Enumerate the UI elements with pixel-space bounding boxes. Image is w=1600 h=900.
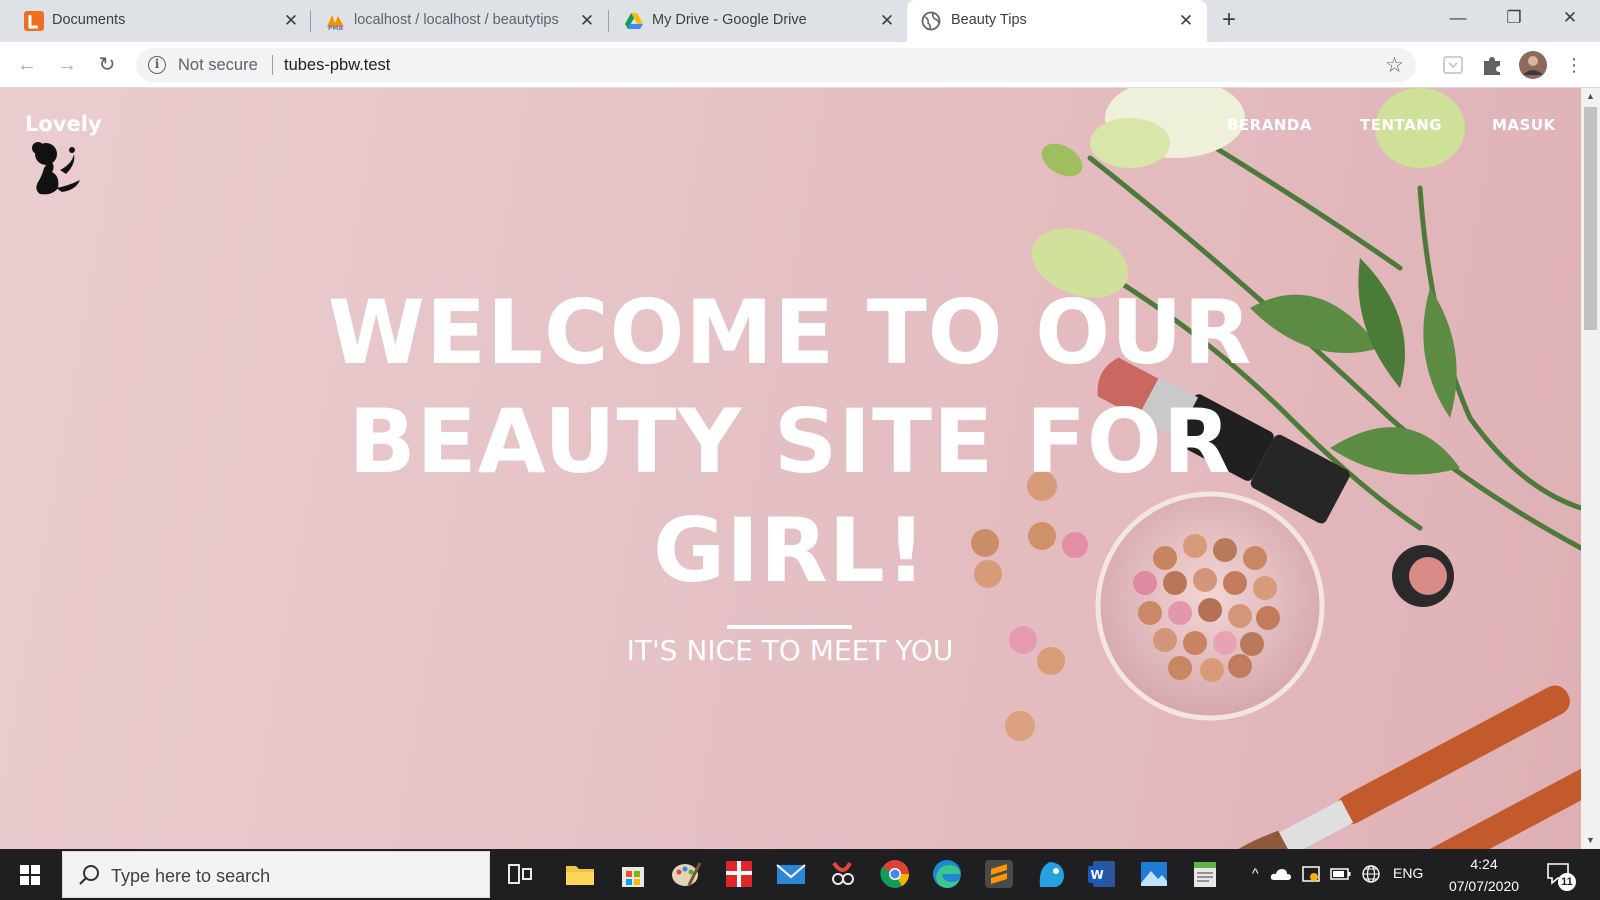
snip-sketch-icon[interactable] <box>826 857 860 891</box>
tab-localhost[interactable]: PMA localhost / localhost / beautytips ✕ <box>312 0 604 42</box>
restore-icon[interactable]: ❐ <box>1486 0 1542 36</box>
back-button[interactable]: ← <box>13 51 41 79</box>
browser-menu-icon[interactable]: ⋮ <box>1560 51 1588 79</box>
tab-beauty-tips[interactable]: Beauty Tips ✕ <box>907 0 1207 42</box>
paint-icon[interactable] <box>669 857 703 891</box>
security-tray-icon[interactable] <box>1301 864 1321 884</box>
edge-icon[interactable] <box>930 857 964 891</box>
info-icon[interactable]: i <box>148 56 166 74</box>
phpmyadmin-icon: PMA <box>327 15 344 31</box>
tab-separator <box>310 10 311 32</box>
browser-toolbar: ← → ↻ i Not secure tubes-pbw.test ☆ ⋮ <box>0 42 1600 88</box>
reload-button[interactable]: ↻ <box>93 51 121 79</box>
globe-icon <box>921 11 941 31</box>
extension-reader-icon[interactable] <box>1440 52 1466 78</box>
nav-tentang-link[interactable]: TENTANG <box>1360 116 1442 134</box>
tab-title: Documents <box>52 12 126 28</box>
address-bar[interactable]: i Not secure tubes-pbw.test ☆ <box>136 48 1416 82</box>
search-placeholder: Type here to search <box>111 866 271 886</box>
nav-masuk-link[interactable]: MASUK <box>1492 116 1556 134</box>
scroll-down-arrow-icon[interactable]: ▼ <box>1581 832 1600 849</box>
site-logo-text[interactable]: Lovely <box>25 112 102 136</box>
hero-subtitle: IT'S NICE TO MEET YOU <box>626 634 954 667</box>
taskbar-clock[interactable]: 4:24 07/07/2020 <box>1426 853 1542 897</box>
profile-avatar[interactable] <box>1518 50 1548 80</box>
show-hidden-icons-icon[interactable]: ^ <box>1252 865 1259 881</box>
tab-separator <box>608 10 609 32</box>
clock-time: 4:24 <box>1470 856 1498 872</box>
forward-button[interactable]: → <box>53 51 81 79</box>
scroll-up-arrow-icon[interactable]: ▲ <box>1581 88 1600 105</box>
battery-icon[interactable] <box>1330 867 1352 881</box>
windows-taskbar: Type here to search W ^ ENG 4:24 07/07/2… <box>0 849 1600 900</box>
close-tab-icon[interactable]: ✕ <box>576 10 598 32</box>
close-tab-icon[interactable]: ✕ <box>876 10 898 32</box>
nav-beranda-link[interactable]: BERANDA <box>1227 116 1312 134</box>
window-close-icon[interactable]: ✕ <box>1542 0 1598 36</box>
gift-app-icon[interactable] <box>722 857 756 891</box>
google-drive-icon <box>625 13 643 29</box>
network-globe-icon[interactable] <box>1361 864 1381 884</box>
tab-google-drive[interactable]: My Drive - Google Drive ✕ <box>610 0 906 42</box>
microsoft-store-icon[interactable] <box>616 857 650 891</box>
close-tab-icon[interactable]: ✕ <box>1175 10 1197 32</box>
hero-divider <box>727 625 852 629</box>
onedrive-icon[interactable] <box>1270 866 1292 882</box>
minimize-icon[interactable]: — <box>1430 0 1486 36</box>
photos-icon[interactable] <box>1137 857 1171 891</box>
tab-title: Beauty Tips <box>951 12 1027 28</box>
hero-line-3: GIRL! <box>653 499 927 602</box>
notification-center-button[interactable]: 11 <box>1546 861 1576 891</box>
tab-title: localhost / localhost / beautytips <box>354 12 559 28</box>
file-explorer-icon[interactable] <box>563 857 597 891</box>
notification-count-badge: 11 <box>1558 873 1576 891</box>
hero-heading: WELCOME TO OUR BEAUTY SITE FOR GIRL! <box>290 278 1290 605</box>
mail-icon[interactable] <box>774 857 808 891</box>
chrome-icon[interactable] <box>878 857 912 891</box>
svg-text:W: W <box>1091 868 1104 882</box>
task-view-icon[interactable] <box>503 857 537 891</box>
security-label[interactable]: Not secure <box>178 56 258 75</box>
tab-strip: Documents ✕ PMA localhost / localhost / … <box>0 0 1600 42</box>
word-icon[interactable]: W <box>1085 857 1119 891</box>
sublime-text-icon[interactable] <box>982 857 1016 891</box>
url-text[interactable]: tubes-pbw.test <box>284 56 390 75</box>
address-divider <box>272 55 273 75</box>
documents-icon <box>24 11 44 31</box>
windows-start-icon[interactable] <box>0 849 60 900</box>
tab-title: My Drive - Google Drive <box>652 12 807 28</box>
tab-documents[interactable]: Documents ✕ <box>10 0 306 42</box>
scrollbar-thumb[interactable] <box>1584 107 1597 330</box>
language-indicator[interactable]: ENG <box>1393 865 1423 881</box>
search-icon <box>79 865 99 885</box>
app-icon[interactable] <box>1034 857 1068 891</box>
svg-text:PMA: PMA <box>328 25 343 31</box>
clock-date: 07/07/2020 <box>1448 878 1520 894</box>
page-scrollbar[interactable]: ▲ ▼ <box>1581 88 1600 849</box>
extensions-puzzle-icon[interactable] <box>1479 52 1505 78</box>
hero-line-1: WELCOME TO OUR <box>327 281 1253 384</box>
web-page: Lovely BERANDA TENTANG MASUK WELCOME TO … <box>0 88 1581 849</box>
notepad-app-icon[interactable] <box>1188 857 1222 891</box>
hero-line-2: BEAUTY SITE FOR <box>348 390 1232 493</box>
new-tab-button[interactable]: + <box>1216 8 1242 34</box>
bookmark-star-icon[interactable]: ☆ <box>1385 53 1404 78</box>
woman-silhouette-logo-icon[interactable] <box>26 140 86 196</box>
close-tab-icon[interactable]: ✕ <box>280 10 302 32</box>
taskbar-search-box[interactable]: Type here to search <box>62 851 490 898</box>
